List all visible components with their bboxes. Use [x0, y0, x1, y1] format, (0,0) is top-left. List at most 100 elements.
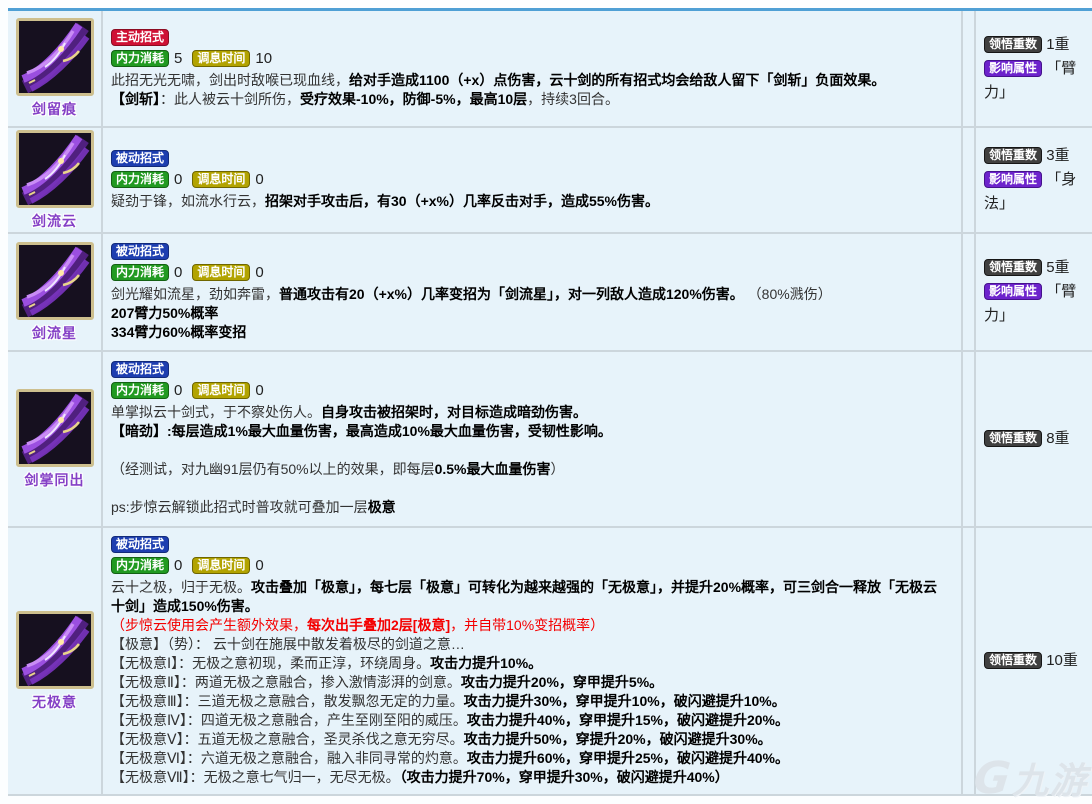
- mana-cost-badge: 内力消耗: [111, 171, 169, 188]
- skill-type-badge: 被动招式: [111, 243, 169, 260]
- skill-meta-cell: 领悟重数 3重 影响属性 「身法」: [976, 128, 1092, 234]
- skill-table: 剑留痕 主动招式 内力消耗 5 调息时间 10 此招无光无啸，剑出时敌喉已现血线，给对…: [8, 8, 1092, 796]
- mastery-line: 领悟重数 8重: [984, 427, 1088, 451]
- description-line: 334臂力60%概率变招: [111, 323, 951, 342]
- skill-type-badge: 被动招式: [111, 536, 169, 553]
- description-line: 此招无光无啸，剑出时敌喉已现血线，给对手造成1100（+x）点伤害，云十剑的所有…: [111, 71, 951, 90]
- skill-row: 剑流云 被动招式 内力消耗0调息时间0 疑劲于锋，如流水行云，招架对手攻击后，有…: [8, 128, 1092, 234]
- 9game-watermark: G 九游: [974, 752, 1088, 804]
- description-line: （步惊云使用会产生额外效果，每次出手叠加2层[极意]，并自带10%变招概率）: [111, 616, 951, 635]
- spacer-column-cell: [963, 128, 976, 234]
- skill-name: 剑留痕: [32, 99, 77, 119]
- cooldown-badge: 调息时间: [192, 382, 250, 399]
- skill-description: 云十之极，归于无极。攻击叠加「极意」，每七层「极意」可转化为越来越强的「无极意」…: [111, 578, 951, 787]
- skill-name: 剑流星: [32, 323, 77, 343]
- mana-cost-value: 0: [174, 264, 182, 281]
- skill-description-cell: 被动招式 内力消耗 0 调息时间 0 单掌拟云十剑式，于不察处伤人。自身攻击被招架时，…: [103, 352, 963, 528]
- mana-cost-value: 5: [174, 50, 182, 67]
- skill-row: 剑留痕 主动招式 内力消耗 5 调息时间 10 此招无光无啸，剑出时敌喉已现血线，给对…: [8, 11, 1092, 128]
- skill-icon: [16, 130, 94, 208]
- spacer-column-cell: [963, 234, 976, 352]
- cooldown-value: 0: [255, 557, 263, 574]
- cooldown-value: 0: [255, 171, 263, 188]
- cooldown-badge: 调息时间: [192, 50, 250, 67]
- skill-cost-line: 内力消耗 5 调息时间 10: [111, 50, 951, 68]
- skill-description-cell: 被动招式 内力消耗 0 调息时间 0 云十之极，归于无极。攻击叠加「极意」，每七层「极…: [103, 528, 963, 796]
- mastery-badge: 领悟重数: [984, 36, 1042, 53]
- skill-name: 剑掌同出: [25, 470, 85, 490]
- description-line: 207臂力50%概率: [111, 304, 951, 323]
- mana-cost-value: 0: [174, 382, 182, 399]
- mana-cost-value: 0: [174, 557, 182, 574]
- skill-cost-line: 内力消耗 0 调息时间 0: [111, 382, 951, 400]
- description-line: 【无极意Ⅶ】：无极之意七气归一，无尽无极。（攻击力提升70%，穿甲提升30%，破…: [111, 768, 951, 787]
- skill-type-badge: 主动招式: [111, 29, 169, 46]
- mastery-line: 领悟重数 3重: [984, 144, 1088, 168]
- cooldown-value: 0: [255, 382, 263, 399]
- spacer-column-cell: [963, 352, 976, 528]
- spacer-column-cell: [963, 11, 976, 128]
- skill-description-cell: 被动招式 内力消耗0调息时间0 疑劲于锋，如流水行云，招架对手攻击后，有30（+…: [103, 128, 963, 234]
- skill-description: 单掌拟云十剑式，于不察处伤人。自身攻击被招架时，对目标造成暗劲伤害。【暗劲】:每…: [111, 403, 951, 517]
- cooldown-badge: 调息时间: [192, 557, 250, 574]
- skill-icon: [16, 242, 94, 320]
- skill-icon: [16, 611, 94, 689]
- description-line: [111, 441, 951, 460]
- cooldown-value: 0: [255, 264, 263, 281]
- skill-description: 剑光耀如流星，劲如奔雷，普通攻击有20（+x%）几率变招为「剑流星」，对一列敌人…: [111, 285, 951, 342]
- description-line: 剑光耀如流星，劲如奔雷，普通攻击有20（+x%）几率变招为「剑流星」，对一列敌人…: [111, 285, 951, 304]
- mana-cost-badge: 内力消耗: [111, 382, 169, 399]
- description-line: 【剑斩】：此人被云十剑所伤，受疗效果-10%，防御-5%，最高10层，持续3回合…: [111, 90, 951, 109]
- attribute-badge: 影响属性: [984, 171, 1042, 188]
- attribute-badge: 影响属性: [984, 60, 1042, 77]
- skill-type-line: 被动招式: [111, 361, 951, 379]
- skill-type-badge: 被动招式: [111, 150, 169, 167]
- skill-type-line: 被动招式: [111, 243, 951, 261]
- attribute-line: 影响属性 「臂力」: [984, 280, 1088, 328]
- skill-type-line: 被动招式: [111, 536, 951, 554]
- description-line: 疑劲于锋，如流水行云，招架对手攻击后，有30（+x%）几率反击对手，造成55%伤…: [111, 192, 951, 211]
- mastery-badge: 领悟重数: [984, 430, 1042, 447]
- skill-description-cell: 主动招式 内力消耗 5 调息时间 10 此招无光无啸，剑出时敌喉已现血线，给对手造成1…: [103, 11, 963, 128]
- description-line: 【暗劲】:每层造成1%最大血量伤害，最高造成10%最大血量伤害，受韧性影响。: [111, 422, 951, 441]
- mastery-badge: 领悟重数: [984, 652, 1042, 669]
- mana-cost-badge: 内力消耗: [111, 50, 169, 67]
- skill-cost-line: 内力消耗0调息时间0: [111, 171, 951, 189]
- skill-type-line: 主动招式: [111, 29, 951, 47]
- 9game-logo-icon: G: [971, 753, 1012, 804]
- description-line: 云十之极，归于无极。攻击叠加「极意」，每七层「极意」可转化为越来越强的「无极意」…: [111, 578, 951, 616]
- purple-sword-slash-icon: [19, 614, 91, 686]
- skill-meta-cell: 领悟重数 8重: [976, 352, 1092, 528]
- skill-icon: [16, 389, 94, 467]
- skill-icon-cell: 剑留痕: [8, 11, 103, 128]
- mana-cost-badge: 内力消耗: [111, 557, 169, 574]
- skill-guide-page: 剑留痕 主动招式 内力消耗 5 调息时间 10 此招无光无啸，剑出时敌喉已现血线，给对…: [0, 0, 1092, 804]
- skill-row: 无极意 被动招式 内力消耗 0 调息时间 0 云十之极，归于无极。攻击叠加「极意」，每…: [8, 528, 1092, 796]
- mastery-value: 5重: [1046, 259, 1069, 276]
- skill-cost-line: 内力消耗0调息时间0: [111, 264, 951, 282]
- mastery-value: 3重: [1046, 147, 1069, 164]
- description-line: 【无极意Ⅴ】：五道无极之意融合，圣灵杀伐之意无穷尽。攻击力提升50%，穿提升20…: [111, 730, 951, 749]
- skill-name: 无极意: [32, 692, 77, 712]
- skill-icon-cell: 剑流星: [8, 234, 103, 352]
- purple-sword-slash-icon: [19, 133, 91, 205]
- description-line: [111, 479, 951, 498]
- cooldown-badge: 调息时间: [192, 171, 250, 188]
- skill-description: 此招无光无啸，剑出时敌喉已现血线，给对手造成1100（+x）点伤害，云十剑的所有…: [111, 71, 951, 109]
- skill-type-line: 被动招式: [111, 150, 951, 168]
- description-line: 【极意】（势）： 云十剑在施展中散发着极尽的剑道之意…: [111, 635, 951, 654]
- cooldown-value: 10: [255, 50, 272, 67]
- mastery-badge: 领悟重数: [984, 259, 1042, 276]
- skill-name: 剑流云: [32, 211, 77, 231]
- skill-icon-cell: 剑掌同出: [8, 352, 103, 528]
- attribute-line: 影响属性 「身法」: [984, 168, 1088, 216]
- attribute-line: 影响属性 「臂力」: [984, 57, 1088, 105]
- description-line: 【无极意Ⅰ】：无极之意初现，柔而正淳，环绕周身。攻击力提升10%。: [111, 654, 951, 673]
- skill-type-badge: 被动招式: [111, 361, 169, 378]
- mastery-value: 8重: [1046, 430, 1069, 447]
- skill-cost-line: 内力消耗 0 调息时间 0: [111, 557, 951, 575]
- skill-icon: [16, 18, 94, 96]
- purple-sword-slash-icon: [19, 245, 91, 317]
- mastery-value: 1重: [1046, 36, 1069, 53]
- description-line: 【无极意Ⅵ】：六道无极之意融合，融入非同寻常的灼意。攻击力提升60%，穿甲提升2…: [111, 749, 951, 768]
